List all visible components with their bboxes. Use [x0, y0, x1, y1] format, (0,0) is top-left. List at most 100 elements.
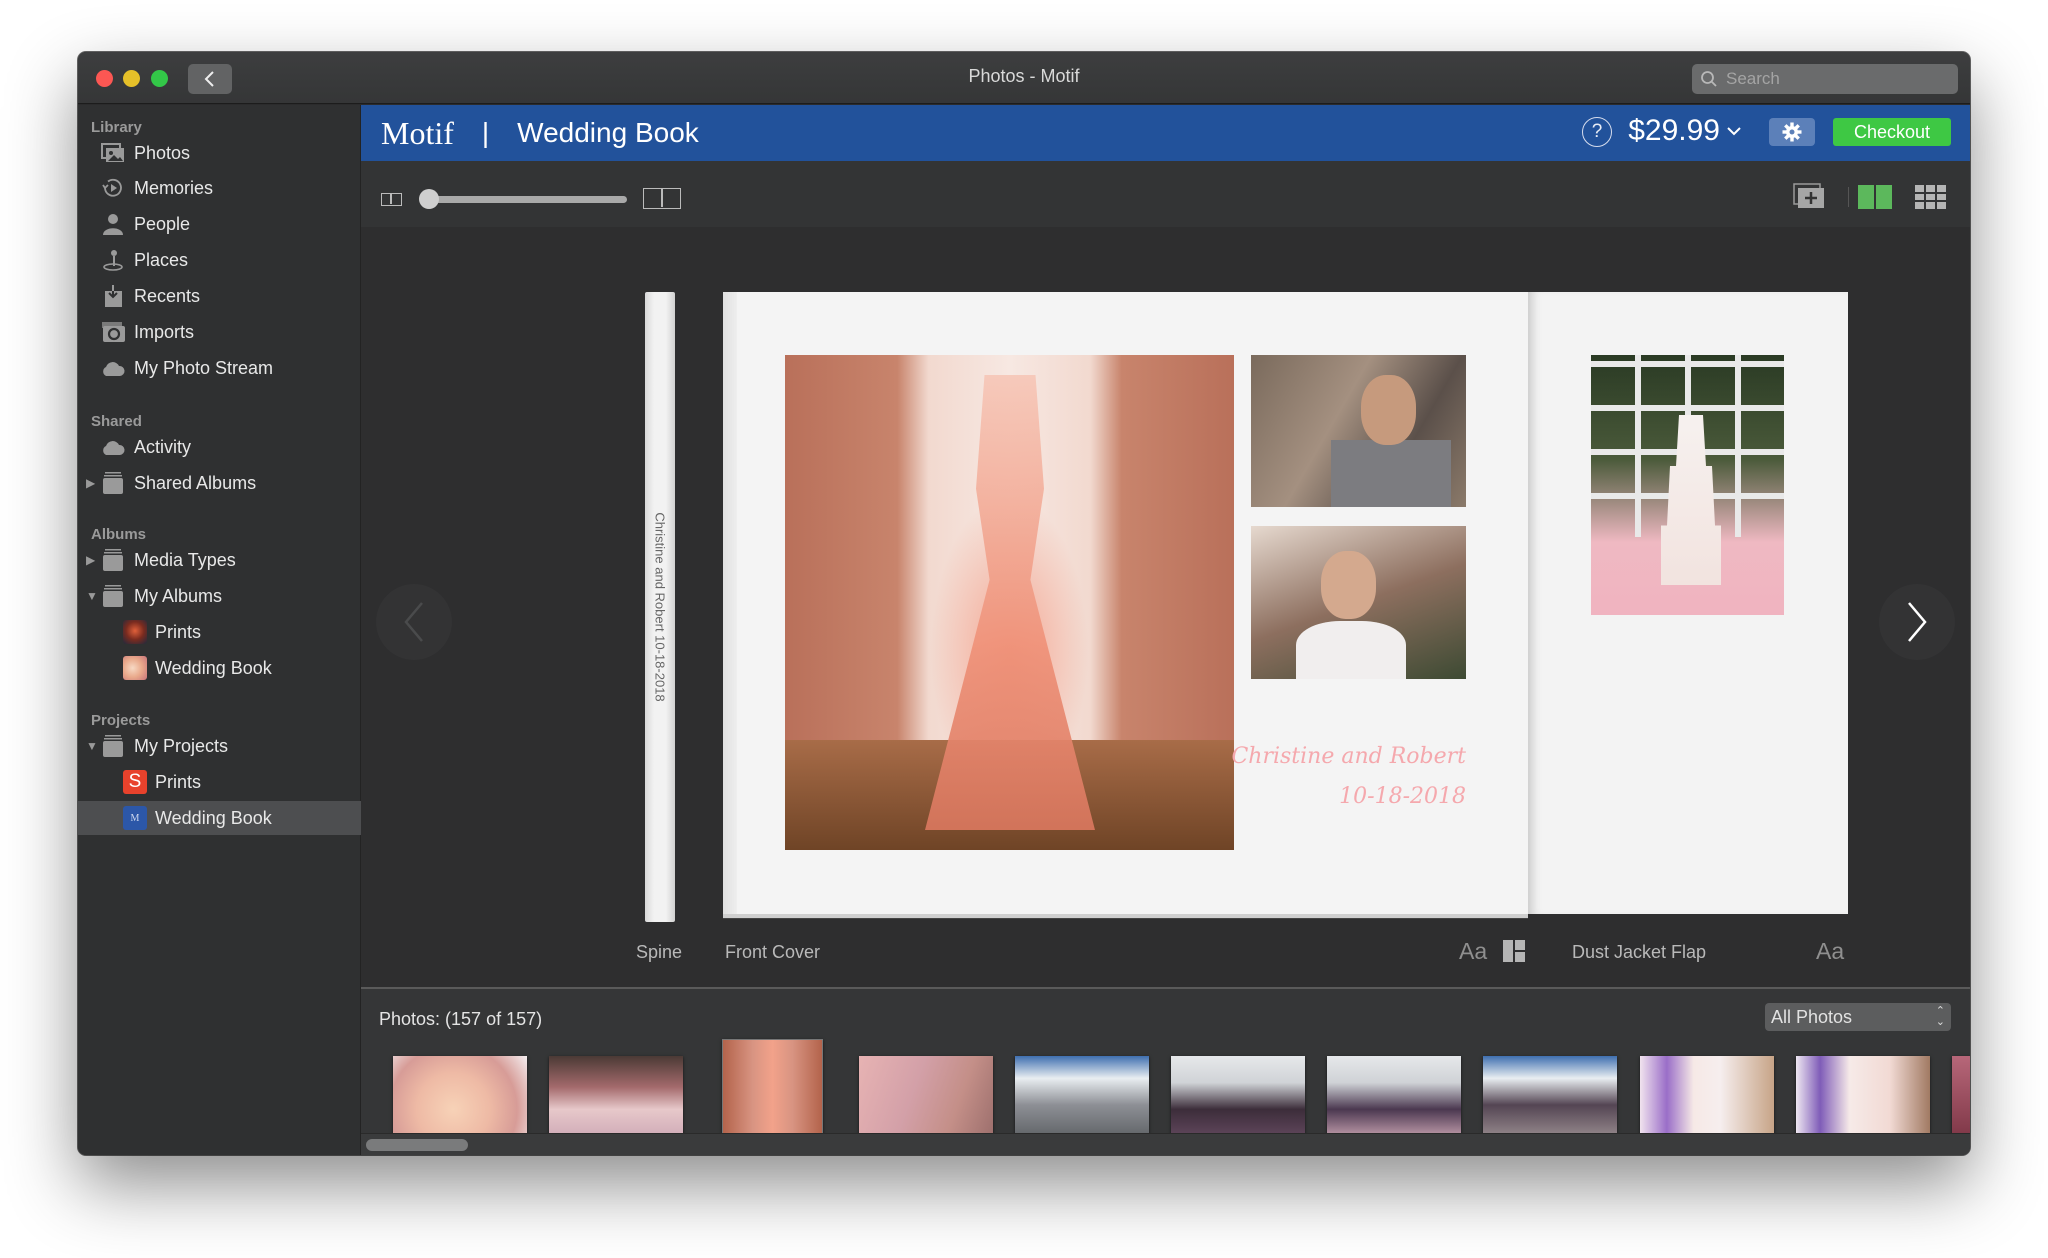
spine-text[interactable]: Christine and Robert 10-18-2018 [653, 512, 668, 701]
sidebar-item-shared-albums[interactable]: ▶ Shared Albums [78, 466, 361, 500]
sidebar-item-label: Activity [134, 436, 192, 457]
sidebar-item-project-wedding-book[interactable]: M Wedding Book [78, 801, 361, 835]
sidebar-section-library: Library [91, 119, 142, 136]
add-page-button[interactable] [1793, 183, 1825, 209]
text-style-icon[interactable]: Aa [1816, 938, 1844, 965]
next-page-button[interactable] [1879, 584, 1955, 660]
sidebar-item-label: Photos [134, 142, 191, 163]
sidebar-item-my-photo-stream[interactable]: My Photo Stream [78, 351, 361, 385]
sidebar-item-album-prints[interactable]: Prints [78, 615, 361, 649]
photo-thumbnail[interactable] [549, 1056, 683, 1145]
title-bar: Photos - Motif Search [78, 52, 1970, 104]
zoom-slider[interactable] [427, 196, 627, 203]
grid-view-button[interactable] [1915, 185, 1946, 209]
folder-icon [100, 585, 126, 607]
sidebar-item-media-types[interactable]: ▶ Media Types [78, 543, 361, 577]
motif-project-icon: M [123, 806, 147, 830]
cover-title-names[interactable]: Christine and Robert [1231, 737, 1466, 777]
chevron-right-icon [1908, 602, 1927, 642]
spine-label: Spine [636, 942, 683, 962]
window-title: Photos - Motif [968, 66, 1080, 86]
sidebar-item-label: Recents [134, 285, 201, 306]
settings-button[interactable] [1769, 118, 1815, 146]
sidebar-item-recents[interactable]: Recents [78, 279, 361, 313]
spread-view-button[interactable] [1858, 185, 1892, 209]
photo-thumbnail[interactable] [1015, 1056, 1149, 1145]
toolbar-divider [1848, 187, 1849, 207]
header-separator: | [481, 117, 490, 148]
photo-thumbnail[interactable] [1952, 1056, 1970, 1145]
recents-icon [100, 285, 126, 307]
sidebar-item-label: Wedding Book [155, 657, 272, 678]
sidebar-item-label: Shared Albums [134, 472, 257, 493]
photos-count: Photos: (157 of 157) [379, 1009, 543, 1029]
horizontal-scrollbar[interactable] [361, 1133, 1970, 1155]
zoom-out-icon[interactable] [381, 193, 402, 206]
sidebar-item-photos[interactable]: Photos [78, 136, 361, 170]
front-cover-label: Front Cover [725, 942, 821, 962]
cover-photo-dress[interactable] [785, 355, 1234, 850]
checkout-button[interactable]: Checkout [1833, 118, 1951, 146]
cover-photo-bride[interactable] [1251, 526, 1466, 679]
memories-icon [100, 177, 126, 199]
dust-jacket-flap-page[interactable] [1528, 292, 1848, 914]
search-field[interactable]: Search [1692, 64, 1958, 94]
sidebar-item-my-albums[interactable]: ▼ My Albums [78, 579, 361, 613]
photo-thumbnail[interactable] [393, 1056, 527, 1145]
scrollbar-thumb[interactable] [366, 1139, 468, 1151]
sidebar-item-memories[interactable]: Memories [78, 171, 361, 205]
folder-icon [100, 549, 126, 571]
sidebar-item-label: Prints [155, 621, 202, 642]
photo-thumbnail[interactable] [1640, 1056, 1774, 1145]
dust-jacket-flap-label: Dust Jacket Flap [1572, 942, 1707, 962]
photo-thumbnail[interactable] [1171, 1056, 1305, 1145]
sidebar-item-my-projects[interactable]: ▼ My Projects [78, 729, 361, 763]
flap-photo-cake[interactable] [1591, 355, 1784, 615]
sidebar-item-imports[interactable]: Imports [78, 315, 361, 349]
pin-icon [100, 249, 126, 271]
sidebar-section-albums: Albums [91, 526, 147, 543]
book-canvas: Christine and Robert 10-18-2018 Christin… [361, 227, 1970, 987]
disclosure-collapsed-icon[interactable]: ▶ [86, 476, 100, 490]
help-button[interactable]: ? [1582, 117, 1612, 147]
sidebar-item-album-wedding-book[interactable]: Wedding Book [78, 651, 361, 685]
album-thumbnail [123, 656, 147, 680]
cloud-icon [100, 436, 126, 458]
sidebar-item-activity[interactable]: Activity [78, 430, 361, 464]
sidebar-item-label: Memories [134, 177, 214, 198]
sidebar-item-people[interactable]: People [78, 207, 361, 241]
layout-icon[interactable] [1503, 940, 1525, 962]
photo-thumbnail[interactable] [1483, 1056, 1617, 1145]
photo-thumbnail[interactable] [859, 1056, 993, 1145]
sidebar-item-project-prints[interactable]: S Prints [78, 765, 361, 799]
question-icon: ? [1591, 121, 1603, 142]
person-icon [100, 213, 126, 235]
disclosure-expanded-icon[interactable]: ▼ [86, 739, 100, 753]
front-cover-page[interactable]: Christine and Robert 10-18-2018 [723, 292, 1528, 914]
disclosure-expanded-icon[interactable]: ▼ [86, 589, 100, 603]
sidebar-item-places[interactable]: Places [78, 243, 361, 277]
photo-thumbnail[interactable] [1327, 1056, 1461, 1145]
main-area: Motif | Wedding Book ? $29.99 Checkout C… [361, 105, 1970, 1155]
sidebar-item-label: Prints [155, 771, 202, 792]
cover-title-date[interactable]: 10-18-2018 [1231, 777, 1466, 817]
disclosure-collapsed-icon[interactable]: ▶ [86, 553, 100, 567]
editor-toolbar [361, 161, 1970, 227]
photo-thumbnail[interactable] [1796, 1056, 1930, 1145]
zoom-slider-thumb[interactable] [419, 189, 439, 209]
previous-page-button[interactable] [376, 584, 452, 660]
sidebar-item-label: Places [134, 249, 189, 270]
sidebar-item-label: Media Types [134, 549, 236, 570]
price-dropdown[interactable]: $29.99 [1628, 114, 1742, 148]
photos-filter-select[interactable]: All Photos ⌃ ⌄ [1765, 1003, 1951, 1031]
cover-title-text[interactable]: Christine and Robert 10-18-2018 [1231, 737, 1466, 817]
text-style-icon[interactable]: Aa [1459, 938, 1487, 965]
motif-logo: Motif [381, 114, 454, 151]
prints-project-icon: S [123, 770, 147, 794]
camera-icon [100, 321, 126, 343]
zoom-in-icon[interactable] [643, 188, 681, 209]
cover-photo-groom[interactable] [1251, 355, 1466, 507]
sidebar-item-label: Wedding Book [155, 807, 272, 828]
sidebar-item-label: My Albums [134, 585, 223, 606]
book-spine[interactable]: Christine and Robert 10-18-2018 [645, 292, 675, 922]
